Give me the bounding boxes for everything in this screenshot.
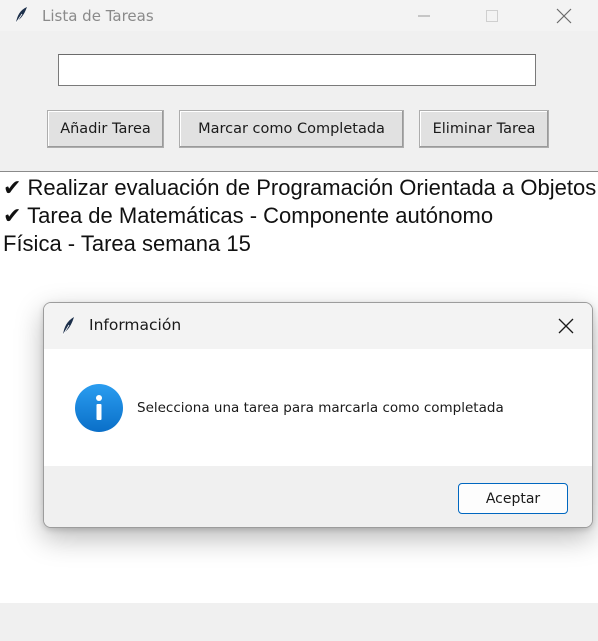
dialog-close-button[interactable] (548, 311, 584, 341)
list-item[interactable]: ✔ Realizar evaluación de Programación Or… (3, 175, 596, 201)
dialog-message: Selecciona una tarea para marcarla como … (137, 400, 504, 416)
info-icon (75, 384, 123, 432)
maximize-button[interactable] (468, 0, 516, 31)
minimize-button[interactable] (400, 0, 448, 31)
feather-icon (12, 6, 30, 24)
task-input[interactable] (58, 54, 536, 86)
dialog-title: Información (89, 316, 182, 334)
accept-button[interactable]: Aceptar (458, 483, 568, 514)
mark-completed-button[interactable]: Marcar como Completada (179, 110, 404, 148)
feather-icon (60, 316, 76, 336)
dialog-body: Selecciona una tarea para marcarla como … (44, 349, 592, 466)
title-bar: Lista de Tareas (0, 0, 598, 31)
info-dialog: Información Selecciona una tarea para ma… (43, 302, 593, 528)
window-title: Lista de Tareas (42, 7, 154, 25)
list-item[interactable]: Física - Tarea semana 15 (3, 231, 251, 257)
list-item[interactable]: ✔ Tarea de Matemáticas - Componente autó… (3, 203, 493, 229)
bottom-bar (0, 603, 598, 641)
add-task-button[interactable]: Añadir Tarea (47, 110, 164, 148)
delete-task-button[interactable]: Eliminar Tarea (419, 110, 549, 148)
dialog-title-bar: Información (44, 303, 592, 349)
close-window-button[interactable] (540, 0, 588, 31)
